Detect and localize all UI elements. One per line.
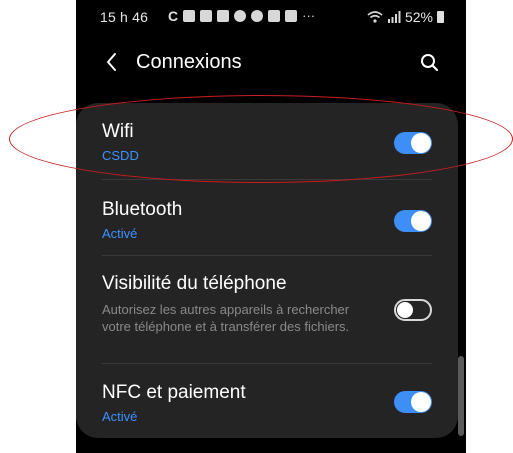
setting-wifi[interactable]: Wifi CSDD (102, 121, 432, 163)
bluetooth-toggle[interactable] (394, 210, 432, 232)
search-icon (421, 54, 439, 72)
scrollbar[interactable] (458, 356, 464, 436)
status-bar: 15 h 46 C ··· 52% (76, 0, 466, 36)
setting-label: Wifi (102, 121, 134, 142)
setting-visibility[interactable]: Visibilité du téléphone Autorisez les au… (102, 273, 432, 335)
c-icon: C (168, 7, 179, 24)
battery-icon (437, 11, 444, 23)
setting-status: Activé (102, 226, 138, 241)
more-notifications: ··· (302, 8, 316, 23)
cell-signal-icon (387, 11, 401, 23)
settings-card: Wifi CSDD Bluetooth Activé Visibilité du… (76, 103, 458, 438)
mail-icon (217, 9, 230, 22)
wifi-signal-icon (367, 11, 383, 23)
wifi-toggle[interactable] (394, 132, 432, 154)
status-time: 15 h 46 (100, 9, 149, 25)
setting-status: Activé (102, 409, 138, 424)
divider (102, 255, 432, 256)
setting-nfc[interactable]: NFC et paiement Activé (102, 382, 432, 424)
back-button[interactable] (100, 48, 124, 76)
setting-status: CSDD (102, 148, 139, 163)
setting-bluetooth[interactable]: Bluetooth Activé (102, 199, 432, 241)
divider (102, 363, 432, 364)
setting-label: NFC et paiement (102, 382, 246, 403)
cloud-icon (251, 9, 264, 22)
setting-description: Autorisez les autres appareils à recherc… (102, 302, 350, 334)
mail-icon (183, 9, 196, 22)
mail-icon (200, 9, 213, 22)
page-title: Connexions (136, 51, 242, 73)
notification-icons: C ··· (168, 8, 315, 23)
chevron-left-icon (107, 53, 116, 71)
nfc-toggle[interactable] (394, 391, 432, 413)
status-right: 52% (367, 9, 444, 25)
divider (102, 179, 432, 180)
download-icon (285, 9, 298, 22)
visibility-toggle[interactable] (394, 299, 432, 321)
header: Connexions (76, 44, 466, 80)
person-icon (234, 9, 247, 22)
setting-label: Visibilité du téléphone (102, 273, 287, 294)
setting-label: Bluetooth (102, 199, 183, 220)
battery-percent: 52% (404, 9, 433, 25)
search-button[interactable] (418, 48, 442, 76)
phone-screen: 15 h 46 C ··· 52% Connexions Wifi CSDD B… (76, 0, 466, 453)
image-icon (268, 9, 281, 22)
